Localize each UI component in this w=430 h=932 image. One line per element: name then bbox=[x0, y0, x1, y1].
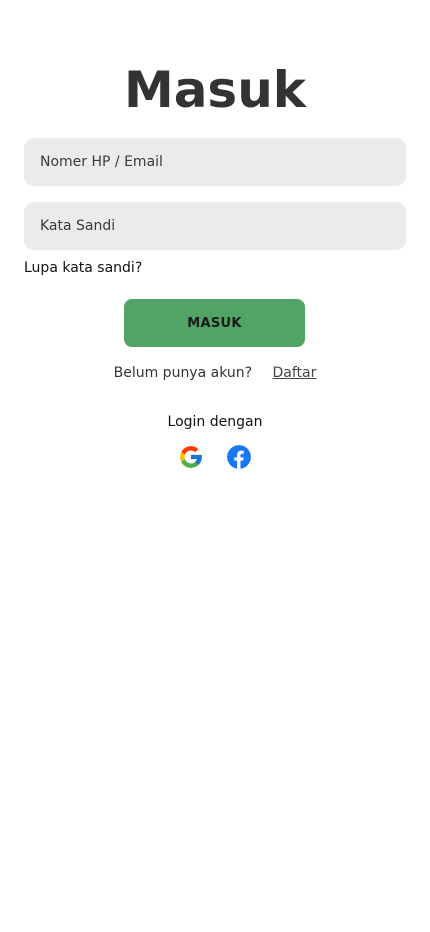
register-link[interactable]: Daftar bbox=[273, 365, 317, 381]
page-title: Masuk bbox=[123, 61, 307, 119]
google-icon bbox=[180, 446, 202, 468]
password-input[interactable] bbox=[24, 202, 406, 250]
register-row: Belum punya akun? Daftar bbox=[0, 363, 430, 383]
facebook-login-button[interactable] bbox=[226, 444, 252, 470]
register-prompt: Belum punya akun? bbox=[113, 365, 253, 381]
login-button[interactable]: MASUK bbox=[124, 299, 305, 347]
facebook-icon bbox=[227, 445, 251, 469]
social-login-label: Login dengan bbox=[167, 414, 263, 430]
google-login-button[interactable] bbox=[178, 444, 204, 470]
social-login-row bbox=[178, 444, 252, 470]
phone-email-input[interactable] bbox=[24, 138, 406, 186]
forgot-password-link[interactable]: Lupa kata sandi? bbox=[24, 258, 142, 278]
